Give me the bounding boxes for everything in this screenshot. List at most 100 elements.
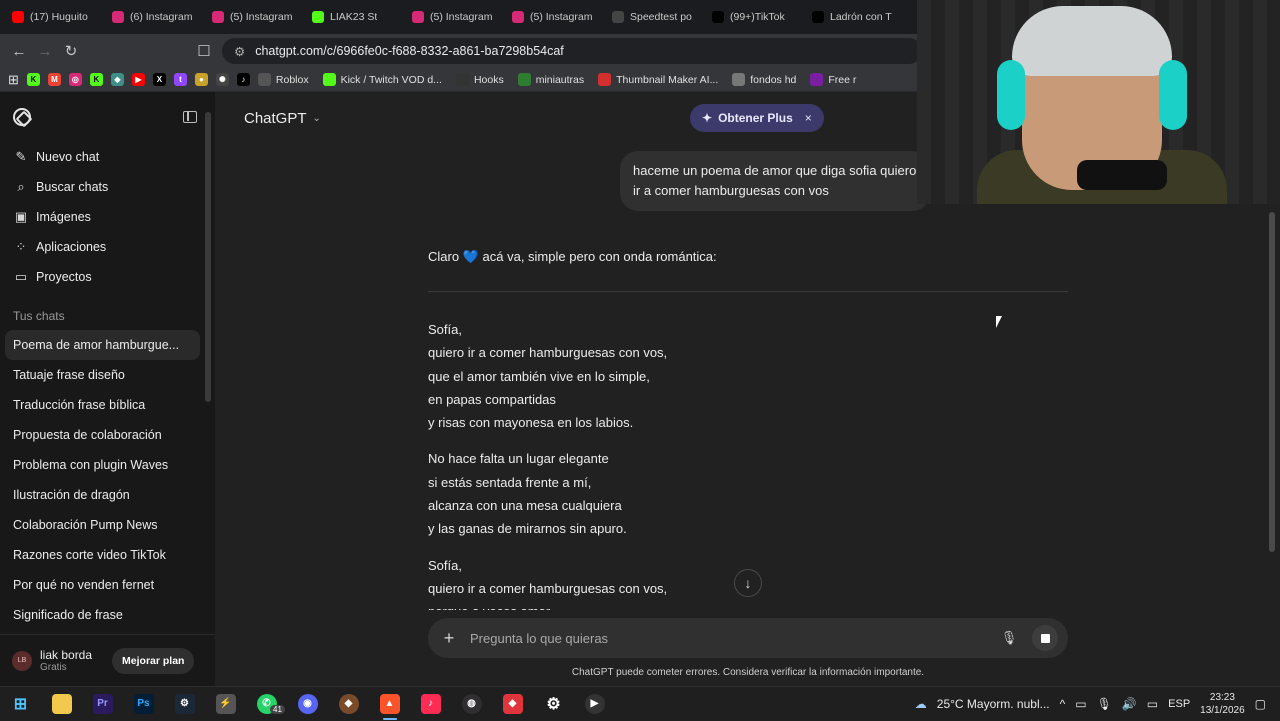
obs-button[interactable]: ◍	[451, 687, 492, 721]
ethereum-shortcut[interactable]: ◆	[110, 73, 124, 86]
mic-tray-icon[interactable]: 🎙	[1097, 697, 1112, 711]
weather-icon[interactable]: ☁	[915, 697, 927, 711]
chat-history-item[interactable]: Ilustración de dragón	[0, 480, 200, 510]
chat-history-item[interactable]: Propuesta de colaboración	[0, 420, 200, 450]
instagram-shortcut[interactable]: ◎	[68, 73, 82, 86]
openai-logo-icon[interactable]	[13, 108, 31, 126]
close-icon[interactable]: ×	[805, 111, 812, 125]
weather-text[interactable]: 25°C Mayorm. nubl...	[937, 697, 1050, 711]
apps-grid-icon[interactable]: ⊞	[8, 72, 19, 88]
chat-scrollbar[interactable]	[1269, 212, 1275, 552]
chat-history-item[interactable]: Tatuaje frase diseño	[0, 360, 200, 390]
start-button[interactable]: ⊞	[0, 687, 41, 721]
browser-tab[interactable]: Ladrón con T	[804, 4, 904, 30]
bookmark-icon[interactable]: ☐	[191, 38, 217, 64]
sidebar-item-search-chats[interactable]: ⌕ Buscar chats	[0, 172, 215, 202]
whatsapp-button[interactable]: ✆ 41	[246, 687, 287, 721]
sidebar-item-images[interactable]: ▣ Imágenes	[0, 202, 215, 232]
reload-button[interactable]: ↻	[58, 38, 84, 64]
misc-shortcut[interactable]: ●	[194, 73, 208, 86]
display-icon[interactable]: ▭	[1147, 697, 1158, 711]
model-selector[interactable]: ChatGPT ⌄	[244, 110, 321, 127]
media-player-button[interactable]: ▶	[574, 687, 615, 721]
browser-tab[interactable]: (5) Instagram	[404, 4, 504, 30]
bookmark-item[interactable]: Free r	[810, 73, 856, 86]
thumbnail-icon	[598, 73, 612, 86]
message-composer[interactable]: + Pregunta lo que quieras 🎙	[428, 618, 1068, 658]
get-plus-button[interactable]: ✦ Obtener Plus ×	[690, 104, 824, 132]
sidebar-item-apps[interactable]: ⁘ Aplicaciones	[0, 232, 215, 262]
microphone-icon[interactable]: 🎙	[1000, 630, 1018, 646]
poem-line: y las ganas de mirarnos sin apuro.	[428, 521, 627, 537]
brave-button[interactable]: ▲	[369, 687, 410, 721]
kick-shortcut[interactable]: K	[26, 73, 40, 86]
file-explorer-button[interactable]	[41, 687, 82, 721]
bookmark-item[interactable]: Hooks	[455, 73, 504, 86]
premiere-button[interactable]: Pr	[82, 687, 123, 721]
browser-tab[interactable]: (99+)TikTok	[704, 4, 804, 30]
bookmark-item[interactable]: Roblox	[257, 73, 309, 86]
capcut-button[interactable]: ⚡	[205, 687, 246, 721]
photoshop-button[interactable]: Ps	[123, 687, 164, 721]
settings-button[interactable]: ⚙	[533, 687, 574, 721]
x-shortcut[interactable]: X	[152, 73, 166, 86]
twitch-shortcut[interactable]: t	[173, 73, 187, 86]
premiere-icon: Pr	[92, 693, 113, 714]
network-icon[interactable]: ▭	[1075, 697, 1086, 711]
poem-line: alcanza con una mesa cualquiera	[428, 498, 622, 514]
prompt-input[interactable]: Pregunta lo que quieras	[470, 631, 1000, 646]
chat-history-item[interactable]: Significado de frase	[0, 600, 200, 630]
chat-history-item[interactable]: Poema de amor hamburgue...	[5, 330, 200, 360]
streamlabs-button[interactable]: ◆	[492, 687, 533, 721]
browser-tab[interactable]: LIAK23 St	[304, 4, 404, 30]
forward-button[interactable]: →	[32, 38, 58, 64]
clock[interactable]: 23:23 13/1/2026	[1200, 691, 1245, 717]
sidebar-scrollbar[interactable]	[205, 112, 211, 402]
browser-tab[interactable]: (5) Instagram	[204, 4, 304, 30]
chatgpt-shortcut[interactable]: ✺	[215, 73, 229, 86]
gmail-shortcut[interactable]: M	[47, 73, 61, 86]
chat-history-item[interactable]: Por qué no venden fernet	[0, 570, 200, 600]
chat-history-item[interactable]: Problema con plugin Waves	[0, 450, 200, 480]
add-attachment-icon[interactable]: +	[438, 628, 460, 649]
tiktok-button[interactable]: ♪	[410, 687, 451, 721]
youtube-icon	[12, 11, 24, 23]
sidebar: ✎ Nuevo chat ⌕ Buscar chats ▣ Imágenes ⁘ Aplica…	[0, 92, 215, 686]
sidebar-toggle-icon[interactable]	[183, 111, 197, 123]
bookmark-label: Free r	[828, 73, 857, 86]
bookmark-item[interactable]: miniautras	[517, 73, 584, 86]
browser-tab[interactable]: (6) Instagram	[104, 4, 204, 30]
tiktok-shortcut[interactable]: ♪	[236, 73, 250, 86]
bookmark-item[interactable]: Thumbnail Maker AI...	[598, 73, 718, 86]
bookmark-item[interactable]: Kick / Twitch VOD d...	[322, 73, 442, 86]
game-button[interactable]: ◆	[328, 687, 369, 721]
chat-history-item[interactable]: Razones corte video TikTok	[0, 540, 200, 570]
browser-tab[interactable]: Speedtest po	[604, 4, 704, 30]
bookmark-item[interactable]: fondos hd	[732, 73, 796, 86]
back-button[interactable]: ←	[6, 38, 32, 64]
kick-icon	[312, 11, 324, 23]
browser-tab[interactable]: (5) Instagram	[504, 4, 604, 30]
youtube-shortcut[interactable]: ▶	[131, 73, 145, 86]
chat-history-item[interactable]: Colaboración Pump News	[0, 510, 200, 540]
steam-button[interactable]: ⚙	[164, 687, 205, 721]
sidebar-item-projects[interactable]: ▭ Proyectos	[0, 262, 215, 292]
discord-button[interactable]: ◉	[287, 687, 328, 721]
notifications-icon[interactable]: ▢	[1255, 697, 1266, 711]
upgrade-plan-button[interactable]: Mejorar plan	[112, 647, 195, 674]
kick-shortcut-2[interactable]: K	[89, 73, 103, 86]
sidebar-item-new-chat[interactable]: ✎ Nuevo chat	[0, 142, 215, 172]
stop-generating-button[interactable]	[1032, 625, 1058, 651]
scroll-to-bottom-button[interactable]: ↓	[734, 569, 762, 597]
user-account[interactable]: LB liak borda Gratis Mejorar plan	[0, 634, 215, 686]
chevron-up-icon[interactable]: ^	[1060, 697, 1066, 711]
chat-history-item[interactable]: Traducción frase bíblica	[0, 390, 200, 420]
volume-icon[interactable]: 🔊	[1122, 697, 1137, 711]
url-field[interactable]: ⚙ chatgpt.com/c/6966fe0c-f688-8332-a861-…	[222, 38, 922, 64]
sidebar-item-label: Buscar chats	[36, 180, 109, 194]
browser-tab[interactable]: (17) Huguito	[4, 4, 104, 30]
poem-stanza: No hace falta un lugar elegante si estás …	[428, 447, 1068, 540]
language-indicator[interactable]: ESP	[1168, 698, 1190, 710]
site-settings-icon[interactable]: ⚙	[234, 44, 245, 59]
free-icon	[810, 73, 824, 86]
